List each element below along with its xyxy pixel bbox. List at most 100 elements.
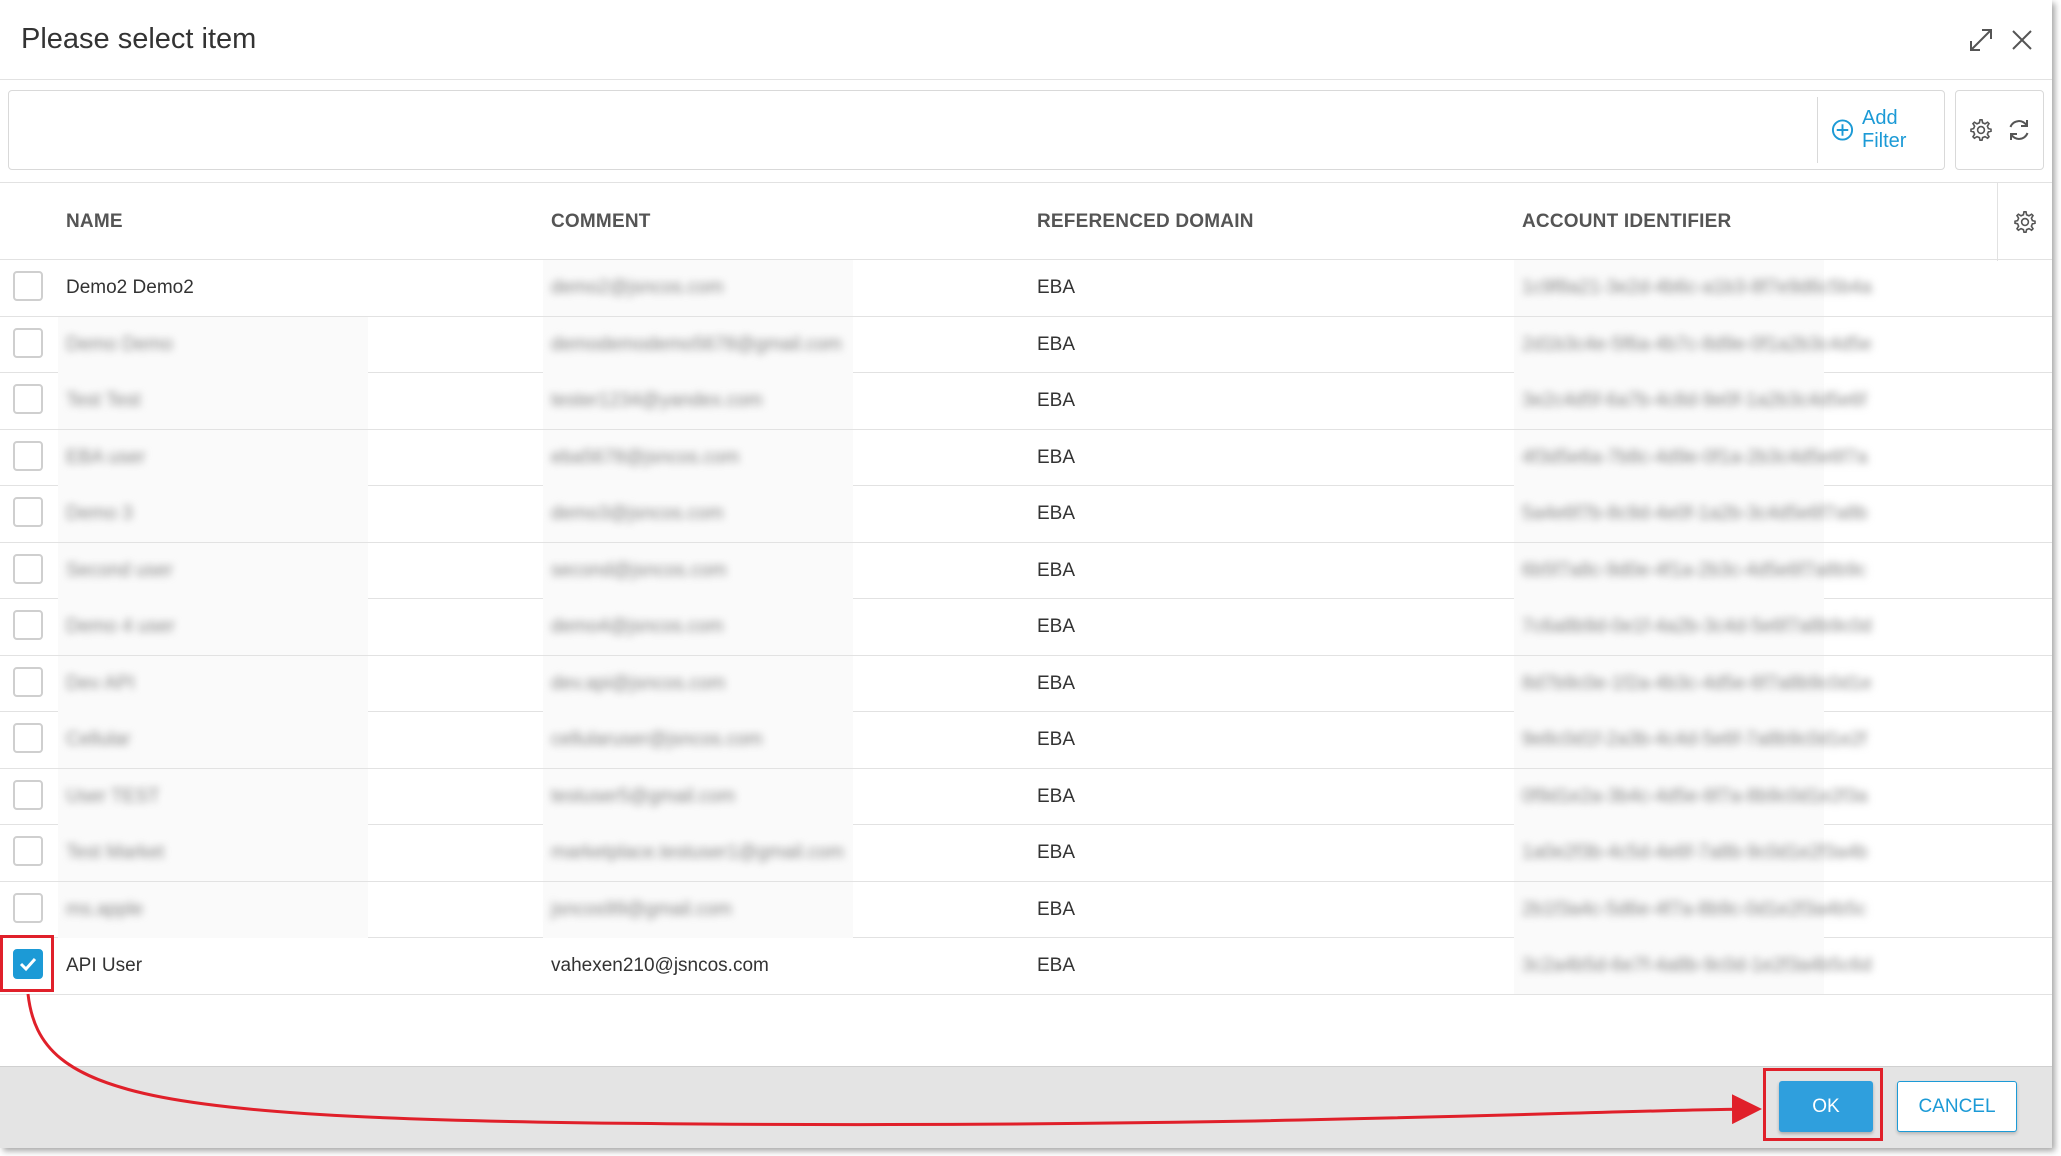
cell-account-identifier: 0f9d1e2a-3b4c-4d5e-6f7a-8b9c0d1e2f3a [1522,785,1868,807]
cell-name: Demo Demo [66,333,173,355]
cell-referenced-domain: EBA [1037,898,1076,920]
cell-account-identifier: 4f3d5e6a-7b8c-4d9e-0f1a-2b3c4d5e6f7a [1522,446,1868,468]
row-checkbox[interactable] [13,723,43,753]
cell-comment: demo3@jsncos.com [551,503,724,524]
cell-comment: marketplace.testuser1@gmail.com [551,842,844,863]
cell-comment: vahexen210@jsncos.com [551,955,769,976]
check-icon [19,957,37,972]
filter-settings-button[interactable] [1967,116,1995,144]
cell-account-identifier: 2b1f3a4c-5d6e-4f7a-8b9c-0d1e2f3a4b5c [1522,898,1867,920]
cell-referenced-domain: EBA [1037,955,1076,976]
cell-name: Test Market [66,842,165,863]
cell-referenced-domain: EBA [1037,559,1076,581]
cell-name: EBA user [66,446,146,468]
cell-name: Demo 3 [66,503,133,524]
table-row[interactable]: Demo 3 demo3@jsncos.com EBA 5a4e6f7b-8c9d-4… [0,486,2052,543]
table-row[interactable]: Demo 4 user demo4@jsncos.com EBA 7c6a8b9d-0… [0,599,2052,656]
cell-comment: cellularuser@jsncos.com [551,729,763,750]
table-row[interactable]: EBA user eba5678@jsncos.com EBA 4f3d5e6a-7b… [0,429,2052,486]
cell-account-identifier: 6b5f7a8c-9d0e-4f1a-2b3c-4d5e6f7a8b9c [1522,559,1867,581]
table-row[interactable]: Dev API dev.api@jsncos.com EBA 8d7b9c0e-1f2… [0,655,2052,712]
gear-icon [1969,118,1992,141]
cell-account-identifier: 9e8c0d1f-2a3b-4c4d-5e6f-7a8b9c0d1e2f [1522,729,1867,750]
cell-referenced-domain: EBA [1037,446,1076,468]
cell-comment: second@jsncos.com [551,559,727,581]
cell-referenced-domain: EBA [1037,616,1076,637]
column-header-account-identifier[interactable]: ACCOUNT IDENTIFIER [1522,183,1731,261]
cell-comment: demodemodemo5678@gmail.com [551,333,842,355]
filter-divider [1817,97,1818,163]
expand-icon [1970,29,1992,51]
row-checkbox[interactable] [13,271,43,301]
row-checkbox[interactable] [13,779,43,810]
ok-button[interactable]: OK [1779,1081,1873,1132]
table-row[interactable]: Demo Demo demodemodemo5678@gmail.com EBA 2d… [0,316,2052,373]
row-checkbox[interactable] [13,327,43,358]
filter-tools [1955,90,2044,170]
row-checkbox[interactable] [13,384,43,414]
row-checkbox[interactable] [13,892,43,923]
cell-account-identifier: 8d7b9c0e-1f2a-4b3c-4d5e-6f7a8b9c0d1e [1522,672,1872,694]
close-button[interactable] [2004,22,2040,58]
cell-referenced-domain: EBA [1037,390,1076,411]
row-checkbox[interactable] [13,836,43,866]
table-row[interactable]: Second user second@jsncos.com EBA 6b5f7a8c-… [0,542,2052,599]
column-header-comment[interactable]: COMMENT [551,183,651,261]
table-row[interactable]: ms.apple jsncos99@gmail.com EBA 2b1f3a4c-5d… [0,881,2052,938]
dialog-footer: OK CANCEL [0,1066,2052,1148]
cell-referenced-domain: EBA [1037,503,1076,524]
add-filter-button[interactable]: Add Filter [1831,91,1944,169]
cell-comment: demo2@jsncos.com [551,277,724,298]
cell-name: ms.apple [66,898,144,920]
dialog-header: Please select item [0,0,2052,80]
table-header: NAME COMMENT REFERENCED DOMAIN ACCOUNT I… [0,182,2052,261]
cell-referenced-domain: EBA [1037,729,1076,750]
cell-account-identifier: 2d1b3c4e-5f6a-4b7c-8d9e-0f1a2b3c4d5e [1522,333,1872,355]
cell-name: Test Test [66,390,141,411]
row-checkbox[interactable] [13,949,43,979]
cell-name: API User [66,955,143,976]
column-settings-button[interactable] [1997,183,2052,261]
cell-account-identifier: 5a4e6f7b-8c9d-4e0f-1a2b-3c4d5e6f7a8b [1522,503,1868,524]
cell-name: Cellular [66,729,131,750]
table-row[interactable]: User TEST testuser5@gmail.com EBA 0f9d1e2a-… [0,768,2052,825]
filter-input[interactable] [9,91,1817,169]
table-row[interactable]: Test Test tester1234@yandex.com EBA 3e2c4d5… [0,373,2052,430]
cell-account-identifier: 3c2a4b5d-6e7f-4a8b-9c0d-1e2f3a4b5c6d [1522,955,1872,976]
row-checkbox[interactable] [13,440,43,471]
table-row[interactable]: Demo2 Demo2 demo2@jsncos.com EBA 1c9f8a21-3… [0,260,2052,317]
cell-referenced-domain: EBA [1037,333,1076,355]
cell-account-identifier: 7c6a8b9d-0e1f-4a2b-3c4d-5e6f7a8b9c0d [1522,616,1872,637]
cancel-button[interactable]: CANCEL [1897,1081,2017,1132]
row-checkbox[interactable] [13,553,43,584]
add-filter-label: Add Filter [1862,107,1907,152]
table-body: Demo2 Demo2 demo2@jsncos.com EBA 1c9f8a21-3… [0,260,2052,995]
select-item-dialog: Please select item Add Filter NAME COMME… [0,0,2052,1148]
cell-comment: tester1234@yandex.com [551,390,763,411]
table-row[interactable]: Cellular cellularuser@jsncos.com EBA 9e8c0d… [0,712,2052,769]
table-row[interactable]: API User vahexen210@jsncos.com EBA 3c2a4b5d… [0,938,2052,995]
maximize-button[interactable] [1963,22,1999,58]
cell-name: Demo2 Demo2 [66,277,194,298]
table-row[interactable]: Test Market marketplace.testuser1@gmail.c… [0,825,2052,882]
cell-referenced-domain: EBA [1037,785,1076,807]
row-checkbox[interactable] [13,666,43,697]
cell-referenced-domain: EBA [1037,842,1076,863]
plus-circle-icon [1831,119,1854,141]
cell-referenced-domain: EBA [1037,277,1076,298]
cell-name: Demo 4 user [66,616,175,637]
gear-icon [2014,210,2036,233]
cell-name: Second user [66,559,173,581]
dialog-title: Please select item [21,23,257,55]
cell-name: User TEST [66,785,160,807]
refresh-button[interactable] [2005,116,2033,144]
items-table: NAME COMMENT REFERENCED DOMAIN ACCOUNT I… [0,182,2052,995]
filter-bar: Add Filter [8,90,1945,170]
row-checkbox[interactable] [13,610,43,640]
column-header-name[interactable]: NAME [66,183,123,261]
row-checkbox[interactable] [13,497,43,527]
cell-comment: demo4@jsncos.com [551,616,724,637]
cell-account-identifier: 1a0e2f3b-4c5d-4e6f-7a8b-9c0d1e2f3a4b [1522,842,1868,863]
column-header-referenced-domain[interactable]: REFERENCED DOMAIN [1037,183,1254,261]
close-icon [2012,30,2032,50]
